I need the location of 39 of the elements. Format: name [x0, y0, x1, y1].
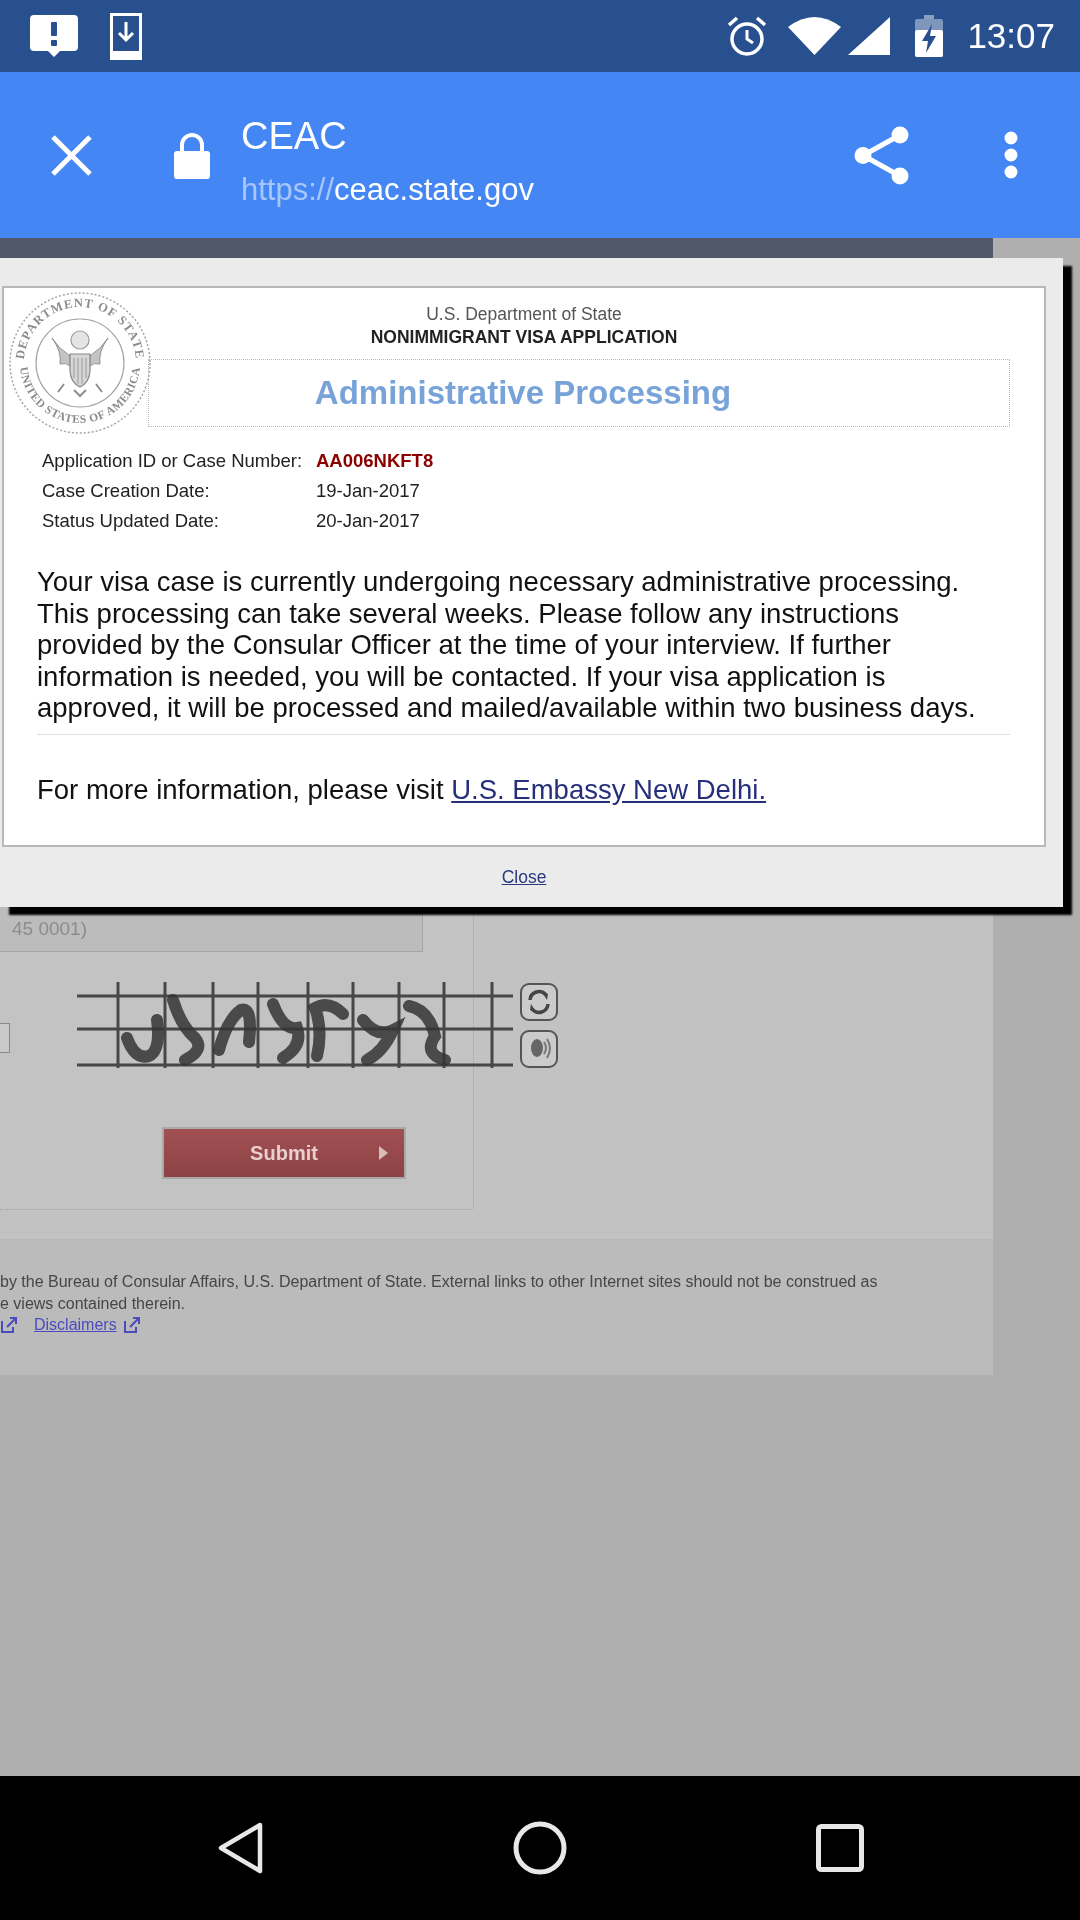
home-icon[interactable] — [513, 1821, 567, 1875]
date-value: 19-Jan-2017 — [316, 479, 421, 503]
detail-label: Case Creation Date: — [42, 479, 211, 503]
recents-icon[interactable] — [816, 1824, 864, 1872]
menu-icon[interactable] — [1004, 131, 1018, 179]
lock-icon — [174, 131, 210, 179]
more-info-text: For more information, please visit — [37, 773, 444, 806]
close-icon[interactable] — [50, 133, 93, 177]
cell-signal-icon — [848, 17, 891, 55]
application-type: NONIMMIGRANT VISA APPLICATION — [370, 326, 678, 349]
detail-label: Status Updated Date: — [42, 509, 220, 533]
back-icon[interactable] — [216, 1821, 264, 1875]
submit-button[interactable]: Submit — [162, 1127, 406, 1179]
alert-message-icon — [30, 15, 78, 57]
captcha-input-field[interactable] — [0, 1023, 10, 1053]
alarm-clock-icon — [726, 15, 769, 57]
page-title: CEAC — [241, 113, 348, 158]
wifi-icon — [788, 17, 842, 55]
battery-charging-icon — [915, 15, 944, 57]
status-time: 13:07 — [967, 16, 1055, 56]
department-name: U.S. Department of State — [426, 303, 622, 326]
embassy-link[interactable]: U.S. Embassy New Delhi. — [451, 773, 767, 806]
url-text: https://ceac.state.gov — [241, 171, 534, 208]
share-icon[interactable] — [854, 125, 909, 185]
case-number-value: AA006NKFT8 — [316, 449, 434, 473]
status-title: Administrative Processing — [314, 374, 732, 412]
close-link[interactable]: Close — [501, 866, 547, 888]
detail-label: Application ID or Case Number: — [42, 449, 304, 473]
date-value: 20-Jan-2017 — [316, 509, 421, 533]
footer-text: by the Bureau of Consular Affairs, U.S. Department of State. External links to other Internet sites should not be construed as — [0, 1272, 879, 1292]
caret-right-icon — [379, 1146, 388, 1160]
footer-text: e views contained therein. — [0, 1293, 186, 1314]
external-link-icon[interactable] — [0, 1315, 18, 1334]
refresh-icon[interactable] — [520, 983, 558, 1021]
speaker-icon[interactable] — [520, 1030, 558, 1068]
status-message: Your visa case is currently undergoing necessary administrative processing. This processing can take several weeks. Please follow any instructions provided by the Consular Officer at the time of your interview. If further information is needed, you will be contacted. If your visa application is approved, it will be processed and mailed/available within two business days. — [37, 566, 977, 724]
download-icon — [110, 12, 142, 60]
external-link-icon[interactable] — [122, 1315, 141, 1334]
footer-link[interactable]: Disclaimers — [34, 1314, 117, 1336]
